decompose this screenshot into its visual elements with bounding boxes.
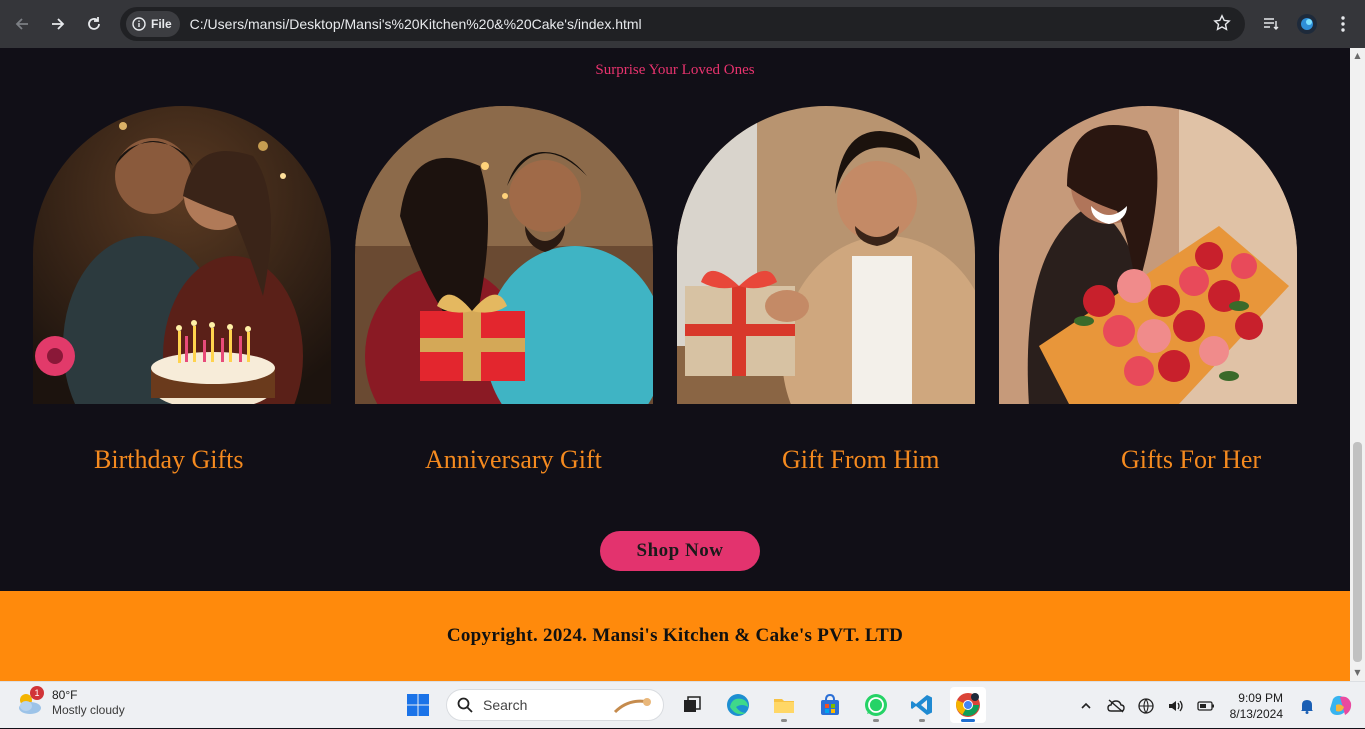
windows-taskbar: 1 80°F Mostly cloudy Search 9:09 PM 8/13… (0, 681, 1365, 728)
battery-icon[interactable] (1196, 696, 1216, 716)
section-tagline: Surprise Your Loved Ones (595, 62, 755, 78)
shop-now-button[interactable]: Shop Now (600, 531, 760, 571)
running-indicator (781, 719, 787, 722)
reload-button[interactable] (76, 6, 112, 42)
onedrive-offline-icon[interactable] (1106, 696, 1126, 716)
copilot-icon[interactable] (1327, 692, 1355, 720)
url-text[interactable]: C:/Users/mansi/Desktop/Mansi's%20Kitchen… (190, 16, 642, 32)
windows-start-icon[interactable] (400, 687, 436, 723)
file-explorer-icon[interactable] (766, 687, 802, 723)
page-scrollbar[interactable]: ▲ ▼ (1350, 48, 1365, 681)
browser-toolbar: File C:/Users/mansi/Desktop/Mansi's%20Ki… (0, 0, 1365, 48)
weather-temp: 80°F (52, 688, 78, 702)
weather-condition: Mostly cloudy (52, 703, 125, 717)
network-icon[interactable] (1136, 696, 1156, 716)
birthday-gift-image[interactable] (33, 106, 331, 404)
clock-date: 8/13/2024 (1229, 706, 1283, 721)
back-button[interactable] (4, 6, 40, 42)
profile-avatar-icon[interactable] (1293, 8, 1321, 40)
scroll-up-arrow-icon[interactable]: ▲ (1353, 51, 1362, 61)
forward-button[interactable] (40, 6, 76, 42)
weather-widget[interactable]: 1 80°F Mostly cloudy (14, 686, 125, 718)
chrome-icon[interactable] (950, 687, 986, 723)
clock-time: 9:09 PM (1238, 690, 1283, 705)
clock[interactable]: 9:09 PM 8/13/2024 (1230, 690, 1283, 722)
search-placeholder: Search (483, 697, 528, 713)
notification-bell-icon[interactable] (1297, 696, 1317, 716)
edge-icon[interactable] (720, 687, 756, 723)
birthday-gifts-title[interactable]: Birthday Gifts (94, 445, 244, 475)
search-highlight-icon (613, 698, 651, 714)
anniversary-gift-image[interactable] (355, 106, 653, 404)
whatsapp-icon[interactable] (858, 687, 894, 723)
system-tray: 9:09 PM 8/13/2024 (1076, 682, 1365, 729)
gifts-for-her-title[interactable]: Gifts For Her (1121, 445, 1261, 475)
running-indicator (919, 719, 925, 722)
anniversary-gift-title[interactable]: Anniversary Gift (425, 445, 602, 475)
gifts-for-her-image[interactable] (999, 106, 1297, 404)
info-icon (132, 17, 146, 31)
file-chip-label: File (151, 17, 172, 31)
search-icon (457, 697, 473, 713)
page-viewport: Surprise Your Loved Ones Birthday Gifts (0, 48, 1350, 681)
gift-from-him-image[interactable] (677, 106, 975, 404)
menu-kebab-icon[interactable] (1329, 8, 1357, 40)
toolbar-right (1257, 8, 1357, 40)
volume-icon[interactable] (1166, 696, 1186, 716)
scroll-down-arrow-icon[interactable]: ▼ (1353, 668, 1362, 678)
back-arrow-icon (15, 18, 28, 30)
running-indicator (873, 719, 879, 722)
microsoft-store-icon[interactable] (812, 687, 848, 723)
reload-icon (88, 17, 100, 30)
bookmark-star-icon[interactable] (1213, 14, 1231, 37)
taskbar-apps: Search (400, 687, 986, 723)
active-indicator (961, 719, 975, 722)
gift-from-him-title[interactable]: Gift From Him (782, 445, 939, 475)
scroll-thumb[interactable] (1353, 442, 1362, 662)
taskbar-search[interactable]: Search (446, 689, 664, 721)
address-bar[interactable]: File C:/Users/mansi/Desktop/Mansi's%20Ki… (120, 7, 1245, 41)
forward-arrow-icon (52, 18, 65, 30)
weather-badge: 1 (30, 686, 44, 700)
copyright-text: Copyright. 2024. Mansi's Kitchen & Cake'… (446, 625, 904, 646)
footer: Copyright. 2024. Mansi's Kitchen & Cake'… (0, 591, 1350, 681)
weather-icon: 1 (14, 686, 44, 718)
site-info-chip[interactable]: File (126, 11, 180, 37)
vs-code-icon[interactable] (904, 687, 940, 723)
reading-list-icon[interactable] (1257, 8, 1285, 40)
task-view-icon[interactable] (674, 687, 710, 723)
chevron-up-icon[interactable] (1076, 696, 1096, 716)
